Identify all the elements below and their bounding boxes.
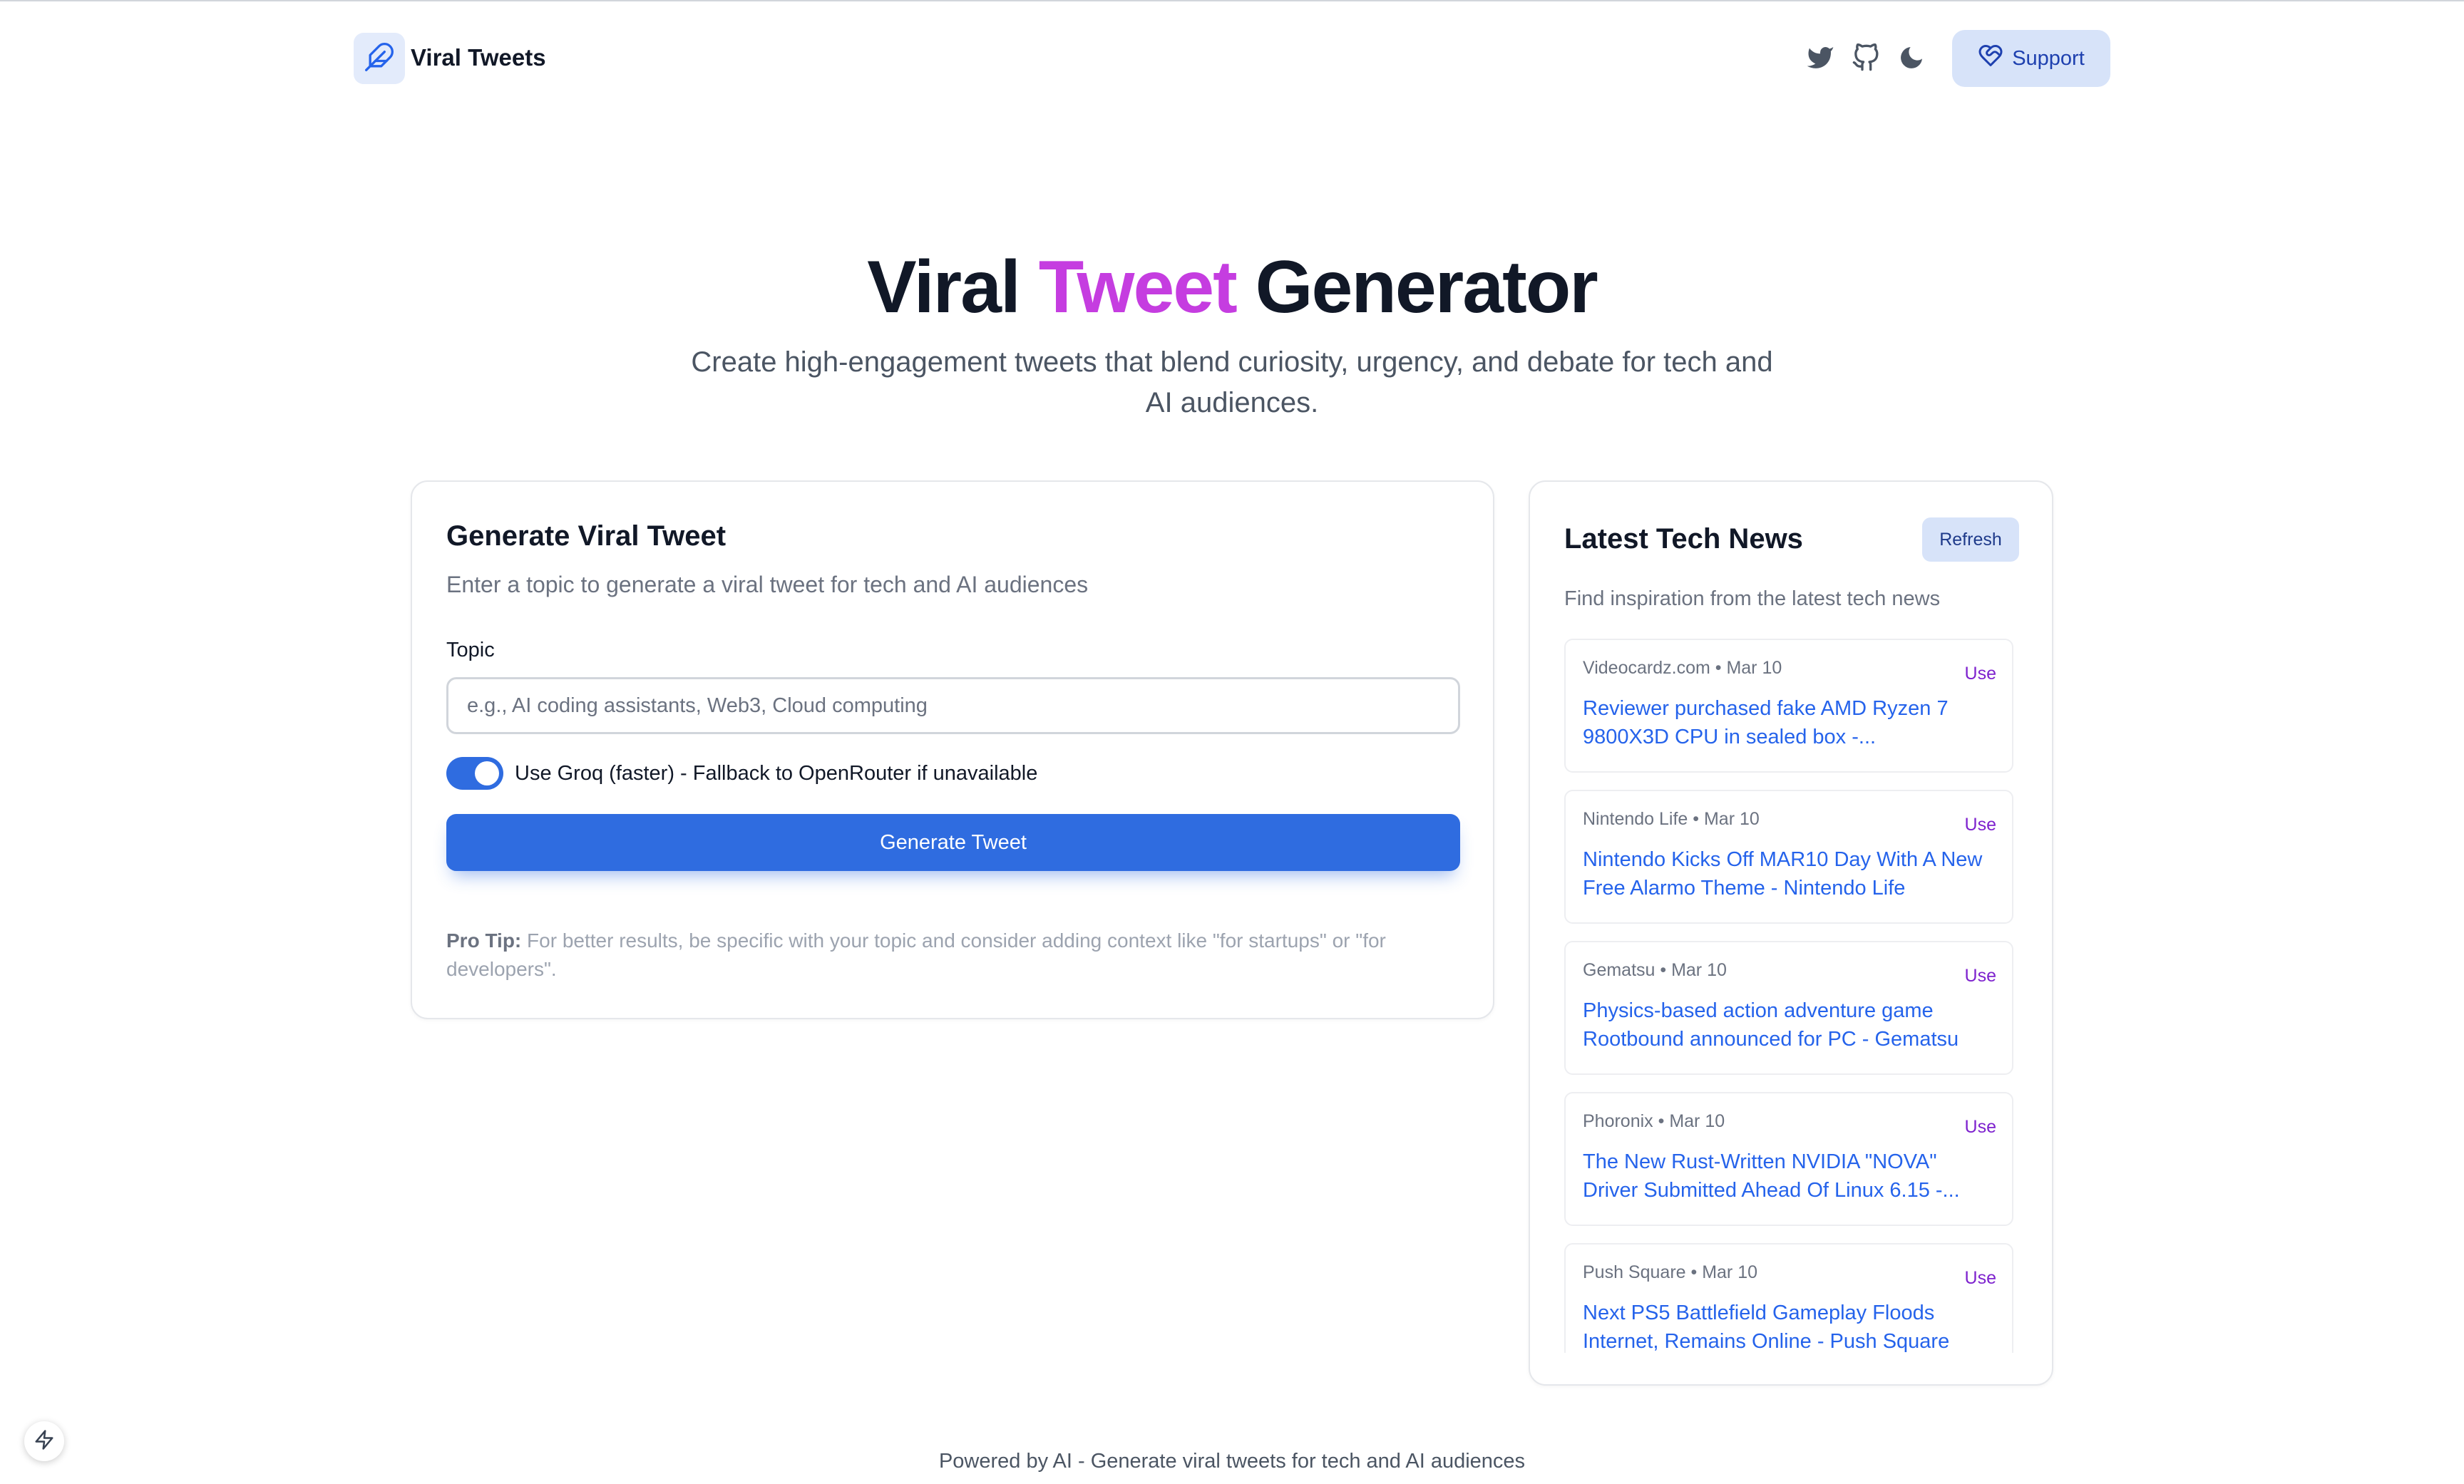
generate-tweet-button[interactable]: Generate Tweet bbox=[446, 814, 1460, 871]
news-headline[interactable]: The New Rust-Written NVIDIA "NOVA" Drive… bbox=[1583, 1148, 1996, 1205]
support-label: Support bbox=[2012, 46, 2085, 70]
news-headline[interactable]: Next PS5 Battlefield Gameplay Floods Int… bbox=[1583, 1299, 1996, 1353]
news-meta: Nintendo Life • Mar 10 bbox=[1583, 809, 1760, 829]
news-item[interactable]: Push Square • Mar 10 Use Next PS5 Battle… bbox=[1564, 1243, 2013, 1353]
news-headline[interactable]: Reviewer purchased fake AMD Ryzen 7 9800… bbox=[1583, 694, 1996, 751]
news-meta: Gematsu • Mar 10 bbox=[1583, 960, 1727, 980]
logo[interactable] bbox=[354, 33, 405, 84]
news-item[interactable]: Phoronix • Mar 10 Use The New Rust-Writt… bbox=[1564, 1092, 2013, 1226]
groq-toggle-label[interactable]: Use Groq (faster) - Fallback to OpenRout… bbox=[515, 758, 1037, 788]
news-list[interactable]: Videocardz.com • Mar 10 Use Reviewer pur… bbox=[1564, 639, 2013, 1353]
news-card: Latest Tech News Refresh Find inspiratio… bbox=[1529, 480, 2053, 1386]
lightning-icon bbox=[34, 1429, 55, 1454]
heart-handshake-icon bbox=[1978, 43, 2003, 74]
news-meta: Videocardz.com • Mar 10 bbox=[1583, 658, 1782, 678]
twitter-icon[interactable] bbox=[1804, 41, 1837, 74]
pro-tip-text: For better results, be specific with you… bbox=[446, 929, 1386, 980]
footer-text: Powered by AI - Generate viral tweets fo… bbox=[938, 1450, 1526, 1473]
use-button[interactable]: Use bbox=[1965, 1266, 1996, 1290]
title-part-1: Viral bbox=[867, 246, 1039, 329]
dev-tools-badge[interactable] bbox=[24, 1421, 64, 1461]
generator-card: Generate Viral Tweet Enter a topic to ge… bbox=[411, 480, 1494, 1019]
generator-title: Generate Viral Tweet bbox=[446, 520, 727, 552]
use-button[interactable]: Use bbox=[1965, 964, 1996, 988]
news-item[interactable]: Gematsu • Mar 10 Use Physics-based actio… bbox=[1564, 941, 2013, 1075]
topic-input[interactable] bbox=[446, 677, 1460, 734]
top-border bbox=[0, 0, 2464, 1]
pro-tip-label: Pro Tip: bbox=[446, 929, 522, 952]
toggle-knob bbox=[475, 761, 499, 785]
news-headline[interactable]: Physics-based action adventure game Root… bbox=[1583, 996, 1996, 1053]
news-meta: Push Square • Mar 10 bbox=[1583, 1262, 1757, 1282]
title-part-2: Generator bbox=[1236, 246, 1598, 329]
topic-label: Topic bbox=[446, 639, 495, 661]
page-subtitle: Create high-engagement tweets that blend… bbox=[691, 346, 1773, 418]
page-title: Viral Tweet Generator bbox=[0, 241, 2464, 334]
news-meta: Phoronix • Mar 10 bbox=[1583, 1111, 1725, 1131]
use-button[interactable]: Use bbox=[1965, 661, 1996, 686]
news-item[interactable]: Videocardz.com • Mar 10 Use Reviewer pur… bbox=[1564, 639, 2013, 773]
groq-toggle[interactable] bbox=[446, 757, 503, 790]
news-headline[interactable]: Nintendo Kicks Off MAR10 Day With A New … bbox=[1583, 845, 1996, 902]
use-button[interactable]: Use bbox=[1965, 813, 1996, 837]
use-button[interactable]: Use bbox=[1965, 1115, 1996, 1139]
generator-description: Enter a topic to generate a viral tweet … bbox=[446, 572, 1089, 597]
pro-tip: Pro Tip: For better results, be specific… bbox=[446, 927, 1460, 984]
refresh-button[interactable]: Refresh bbox=[1922, 517, 2019, 562]
title-accent: Tweet bbox=[1038, 246, 1238, 329]
brand-name[interactable]: Viral Tweets bbox=[411, 41, 546, 74]
feather-icon bbox=[364, 41, 395, 76]
support-button[interactable]: Support bbox=[1952, 30, 2110, 87]
news-description: Find inspiration from the latest tech ne… bbox=[1564, 587, 1941, 610]
moon-icon[interactable] bbox=[1895, 41, 1928, 74]
github-icon[interactable] bbox=[1849, 41, 1882, 74]
news-title: Latest Tech News bbox=[1564, 523, 1803, 555]
news-item[interactable]: Nintendo Life • Mar 10 Use Nintendo Kick… bbox=[1564, 790, 2013, 924]
